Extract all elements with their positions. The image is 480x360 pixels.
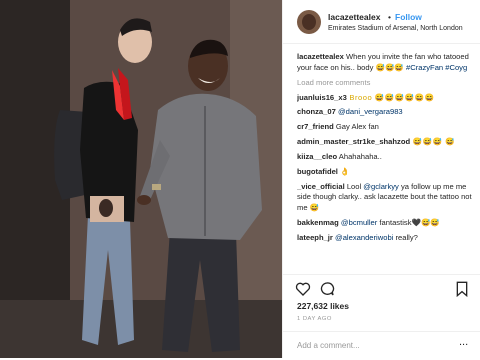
comment-text: really? — [393, 232, 418, 242]
header-username[interactable]: lacazettealex — [328, 12, 380, 22]
separator-dot: • — [388, 12, 391, 22]
avatar-face — [302, 14, 316, 30]
comment-username[interactable]: lateeph_jr — [297, 233, 333, 242]
add-comment-input[interactable] — [297, 338, 447, 352]
heart-icon[interactable] — [295, 281, 311, 297]
comment: lateeph_jr @alexanderiwobi really? — [297, 233, 475, 244]
comment-text: Gay Alex fan — [333, 122, 379, 132]
comment-username[interactable]: juanluis16_x3 — [297, 93, 347, 102]
load-more-comments-button[interactable]: Load more comments — [297, 78, 475, 89]
comment-text: fantastisk🖤😅😅 — [377, 217, 440, 227]
add-comment-bar: ... — [283, 331, 480, 359]
comment-icon[interactable] — [319, 281, 335, 297]
comment: cr7_friend Gay Alex fan — [297, 122, 475, 133]
instagram-post: lacazettealex • Follow Emirates Stadium … — [0, 0, 480, 360]
location-link[interactable]: Emirates Stadium of Arsenal, North Londo… — [328, 25, 463, 32]
likes-count[interactable]: 227,632 likes — [297, 301, 349, 311]
bookmark-icon[interactable] — [455, 281, 469, 297]
comment-text: 👌 — [337, 166, 350, 176]
comment-mention[interactable]: @bcmuller — [339, 218, 377, 227]
comment-username[interactable]: bugotafidel — [297, 167, 338, 176]
comment-text: Lool — [344, 181, 364, 191]
comment-text: 😅😅😅 😅 — [410, 137, 456, 147]
caption: lacazettealex When you invite the fan wh… — [297, 52, 475, 73]
comment-username[interactable]: admin_master_str1ke_shahzod — [297, 137, 410, 146]
comment: kiiza__cleo Ahahahaha.. — [297, 152, 475, 163]
comment: bugotafidel 👌 — [297, 167, 475, 178]
avatar[interactable] — [297, 10, 321, 34]
comment: admin_master_str1ke_shahzod 😅😅😅 😅 — [297, 137, 475, 148]
comment-username[interactable]: _vice_official — [297, 182, 345, 191]
comment: bakkenmag @bcmuller fantastisk🖤😅😅 — [297, 218, 475, 229]
comment-text: Ahahahaha.. — [337, 152, 382, 162]
comment-username[interactable]: kiiza__cleo — [297, 152, 337, 161]
comments-list: lacazettealex When you invite the fan wh… — [297, 52, 475, 274]
comment-username[interactable]: bakkenmag — [297, 218, 339, 227]
post-header: lacazettealex • Follow Emirates Stadium … — [283, 0, 480, 44]
follow-button[interactable]: Follow — [395, 12, 422, 22]
post-sidebar: lacazettealex • Follow Emirates Stadium … — [282, 0, 480, 358]
comment: chonza_07 @dani_vergara983 — [297, 107, 475, 118]
more-options-icon[interactable]: ... — [459, 336, 468, 348]
comment-username[interactable]: chonza_07 — [297, 107, 336, 116]
comment-mention[interactable]: @gclarkyy — [363, 182, 399, 191]
comment-username[interactable]: cr7_friend — [297, 122, 334, 131]
post-photo — [0, 0, 282, 358]
post-timestamp: 1 DAY AGO — [297, 316, 332, 322]
comment: _vice_official Lool @gclarkyy ya follow … — [297, 182, 475, 214]
post-actions: 227,632 likes 1 DAY AGO ... — [283, 274, 480, 358]
comment-mention[interactable]: @dani_vergara983 — [336, 107, 403, 116]
caption-hashtags[interactable]: #CrazyFan #Coyg — [406, 63, 467, 72]
comment-mention[interactable]: @alexanderiwobi — [333, 233, 393, 242]
caption-username[interactable]: lacazettealex — [297, 52, 344, 61]
comment-text: Brooo 😅😅😅😅😄😄 — [346, 92, 435, 102]
comment: juanluis16_x3 Brooo 😅😅😅😅😄😄 — [297, 93, 475, 104]
